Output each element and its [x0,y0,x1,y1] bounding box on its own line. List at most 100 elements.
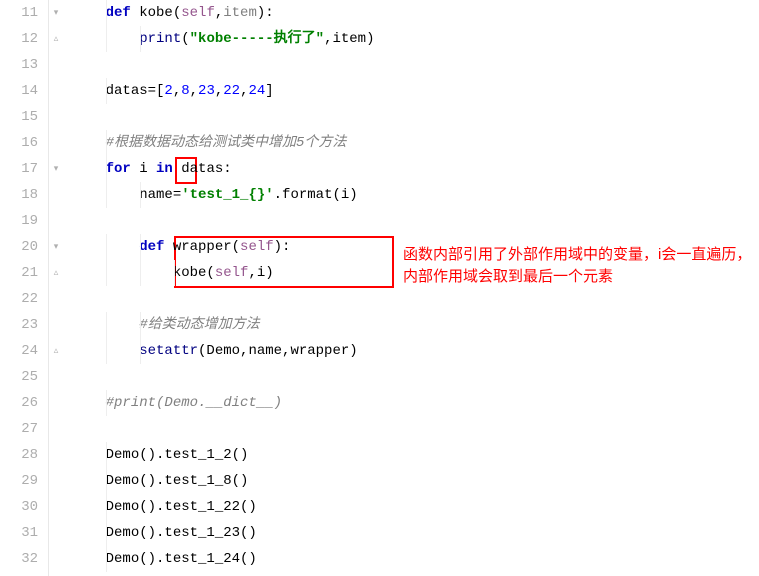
code-line[interactable]: setattr(Demo,name,wrapper) [72,338,759,364]
line-number: 21 [0,260,38,286]
fold-marker-icon[interactable]: ▵ [51,268,61,278]
line-number: 18 [0,182,38,208]
line-number: 27 [0,416,38,442]
line-number: 28 [0,442,38,468]
code-line[interactable] [72,104,759,130]
token-self: self [240,239,274,255]
fold-marker-icon[interactable]: ▵ [51,346,61,356]
token-self: self [181,5,215,21]
token-plain: .format(i) [274,187,358,203]
token-plain: , [215,83,223,99]
token-kw: def [139,239,173,255]
code-line[interactable]: for i in datas: [72,156,759,182]
code-line[interactable]: Demo().test_1_2() [72,442,759,468]
line-number: 22 [0,286,38,312]
line-number: 16 [0,130,38,156]
line-number: 20 [0,234,38,260]
token-str: "kobe-----执行了" [190,31,324,47]
token-plain: ( [232,239,240,255]
code-line[interactable]: #根据数据动态给测试类中增加5个方法 [72,130,759,156]
line-number: 24 [0,338,38,364]
code-line[interactable]: Demo().test_1_23() [72,520,759,546]
token-num: 8 [181,83,189,99]
token-plain: ( [181,31,189,47]
token-plain: item) [332,31,374,47]
token-plain: ] [265,83,273,99]
code-area[interactable]: 函数内部引用了外部作用域中的变量，i会一直遍历，内部作用域会取到最后一个元素 d… [68,0,759,576]
code-line[interactable] [72,286,759,312]
code-line[interactable]: print("kobe-----执行了",item) [72,26,759,52]
token-str: 'test_1_{}' [181,187,273,203]
token-comment: #根据数据动态给测试类中增加5个方法 [106,135,347,151]
code-line[interactable]: def wrapper(self): [72,234,759,260]
token-self: self [215,265,249,281]
token-num: 2 [164,83,172,99]
token-builtin: setattr [139,343,198,359]
token-plain: Demo().test_1_23() [106,525,257,541]
fold-marker-icon[interactable]: ▾ [51,8,61,18]
fold-marker-icon[interactable]: ▾ [51,242,61,252]
token-kw: for [106,161,140,177]
line-number: 17 [0,156,38,182]
token-plain: Demo().test_1_24() [106,551,257,567]
code-line[interactable]: Demo().test_1_8() [72,468,759,494]
token-plain: (Demo,name,wrapper) [198,343,358,359]
line-number: 29 [0,468,38,494]
line-number: 23 [0,312,38,338]
token-func: wrapper [173,239,232,255]
token-plain: , [215,5,223,21]
code-line[interactable]: name='test_1_{}'.format(i) [72,182,759,208]
code-line[interactable]: def kobe(self,item): [72,0,759,26]
line-number-gutter: 1112131415161718192021222324252627282930… [0,0,48,576]
line-number: 25 [0,364,38,390]
token-num: 22 [223,83,240,99]
line-number: 13 [0,52,38,78]
line-number: 12 [0,26,38,52]
fold-marker-icon[interactable]: ▵ [51,34,61,44]
token-plain: ( [173,5,181,21]
line-number: 14 [0,78,38,104]
line-number: 11 [0,0,38,26]
token-comment: #给类动态增加方法 [139,317,259,333]
token-param: item [223,5,257,21]
token-plain: ,i) [248,265,273,281]
code-line[interactable] [72,416,759,442]
token-plain: , [173,83,181,99]
line-number: 31 [0,520,38,546]
line-number: 15 [0,104,38,130]
token-plain: kobe( [173,265,215,281]
token-kw: def [106,5,140,21]
token-plain: datas: [181,161,231,177]
fold-column[interactable]: ▾ ▵ ▾ ▾ ▵ ▵ [48,0,68,576]
token-kw: in [156,161,181,177]
code-line[interactable] [72,52,759,78]
token-num: 24 [248,83,265,99]
code-line[interactable]: Demo().test_1_24() [72,546,759,572]
fold-marker-icon[interactable]: ▾ [51,164,61,174]
token-num: 23 [198,83,215,99]
token-func: kobe [139,5,173,21]
code-line[interactable]: Demo().test_1_22() [72,494,759,520]
token-comment: #print(Demo.__dict__) [106,395,282,411]
token-plain: Demo().test_1_8() [106,473,249,489]
code-line[interactable]: #给类动态增加方法 [72,312,759,338]
line-number: 19 [0,208,38,234]
code-line[interactable]: kobe(self,i) [72,260,759,286]
code-editor[interactable]: 1112131415161718192021222324252627282930… [0,0,759,576]
code-line[interactable] [72,364,759,390]
token-plain: , [190,83,198,99]
token-plain: Demo().test_1_22() [106,499,257,515]
token-plain: datas=[ [106,83,165,99]
token-plain: name= [139,187,181,203]
token-plain: i [139,161,156,177]
token-plain: Demo().test_1_2() [106,447,249,463]
token-plain: ): [257,5,274,21]
line-number: 30 [0,494,38,520]
token-builtin: print [139,31,181,47]
code-line[interactable]: datas=[2,8,23,22,24] [72,78,759,104]
token-plain: ): [274,239,291,255]
line-number: 32 [0,546,38,572]
code-line[interactable] [72,208,759,234]
line-number: 26 [0,390,38,416]
code-line[interactable]: #print(Demo.__dict__) [72,390,759,416]
